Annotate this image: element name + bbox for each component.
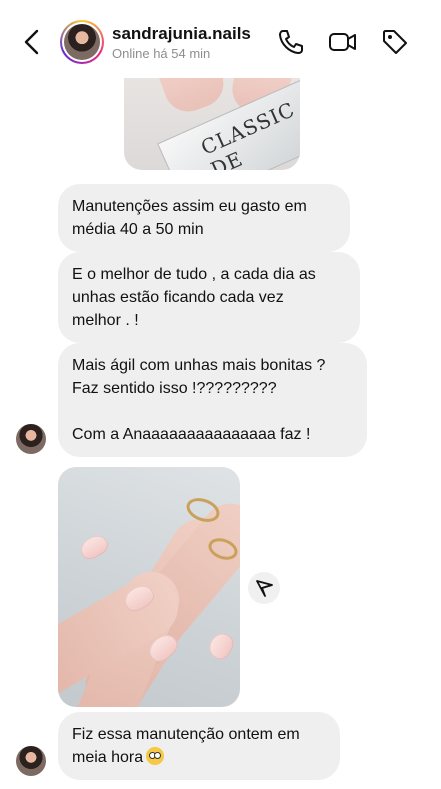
message-bubble[interactable]: Fiz essa manutenção ontem em meia hora bbox=[58, 712, 340, 780]
phone-icon bbox=[279, 30, 303, 54]
message-bubble[interactable]: Manutenções assim eu gasto em média 40 a… bbox=[58, 184, 350, 252]
sender-avatar[interactable] bbox=[16, 746, 46, 776]
video-icon bbox=[329, 33, 356, 51]
message-text: Fiz essa manutenção ontem em meia hora bbox=[72, 726, 300, 766]
call-button[interactable] bbox=[276, 27, 306, 57]
profile-avatar[interactable] bbox=[60, 20, 104, 64]
avatar-image bbox=[64, 24, 100, 60]
flushed-emoji-icon bbox=[146, 747, 165, 765]
back-button[interactable] bbox=[20, 28, 44, 56]
back-icon bbox=[24, 29, 39, 55]
username[interactable]: sandrajunia.nails bbox=[112, 24, 251, 44]
message-bubble[interactable]: E o melhor de tudo , a cada dia as unhas… bbox=[58, 252, 360, 343]
send-icon bbox=[256, 580, 273, 597]
video-call-button[interactable] bbox=[328, 27, 358, 57]
shared-photo-nails[interactable] bbox=[58, 467, 240, 707]
message-bubble[interactable]: Mais ágil com unhas mais bonitas ? Faz s… bbox=[58, 343, 367, 457]
chat-header: sandrajunia.nails Online há 54 min bbox=[0, 0, 441, 78]
tag-icon bbox=[383, 30, 407, 54]
sender-avatar[interactable] bbox=[16, 424, 46, 454]
online-status: Online há 54 min bbox=[112, 46, 211, 61]
label-button[interactable] bbox=[380, 27, 410, 57]
share-button[interactable] bbox=[248, 572, 280, 604]
